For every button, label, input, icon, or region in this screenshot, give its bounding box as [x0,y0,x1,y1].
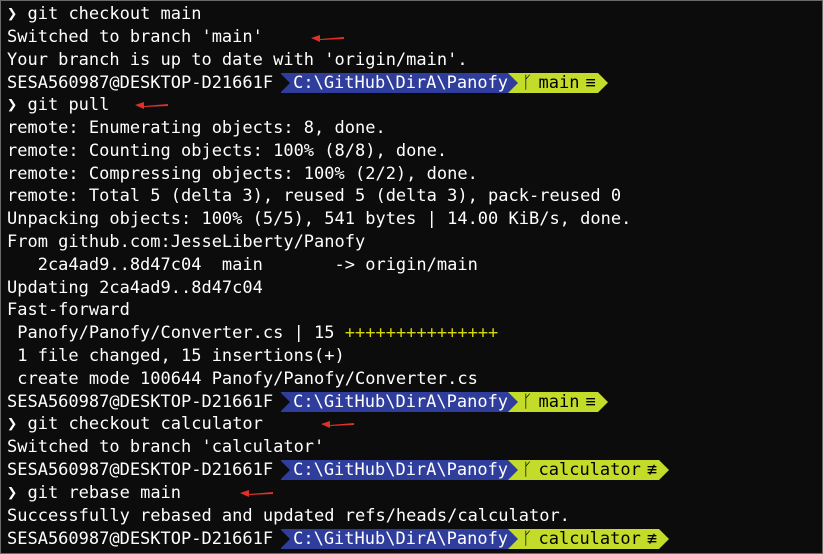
output-text: remote: Enumerating objects: 8, done. [7,117,386,138]
git-branch-icon: ᚴ [522,72,533,93]
annotation-arrow-icon [240,489,273,497]
output-text: From github.com:JesseLiberty/Panofy [7,231,366,252]
command-line: ❯ git pull [7,94,822,117]
prompt-branch-segment: ᚴ calculator ≢ [508,460,660,481]
output-text: Unpacking objects: 100% (5/5), 541 bytes… [7,209,632,230]
output-text: Panofy/Panofy/Converter.cs | 15 [7,323,345,344]
command-text: git checkout calculator [27,414,263,435]
segment-separator-icon [597,391,608,412]
command-line: ❯ git rebase main [7,482,822,505]
output-text: 1 file changed, 15 insertions(+) [7,345,345,366]
prompt-path: C:\GitHub\DirA\Panofy [293,528,509,549]
segment-separator-icon [597,72,608,93]
command-text: git rebase main [27,482,182,503]
prompt-line: SESA560987@DESKTOP-D21661F C:\GitHub\Dir… [7,459,822,482]
prompt-path-segment: C:\GitHub\DirA\Panofy [280,528,519,549]
output-line: Switched to branch 'main' [7,26,822,49]
branch-status-icon: ≡ [585,72,596,93]
branch-name: main [538,391,580,412]
output-text: remote: Counting objects: 100% (8/8), do… [7,140,448,161]
output-line: Your branch is up to date with 'origin/m… [7,49,822,72]
branch-status-icon: ≢ [646,528,658,549]
command-text: git pull [27,95,110,116]
output-text: Switched to branch 'main' [7,26,263,47]
prompt-user-host: SESA560987@DESKTOP-D21661F [7,391,274,412]
output-line: Unpacking objects: 100% (5/5), 541 bytes… [7,208,822,231]
output-line: Successfully rebased and updated refs/he… [7,505,822,528]
prompt-line: SESA560987@DESKTOP-D21661F C:\GitHub\Dir… [7,527,822,550]
output-text: create mode 100644 Panofy/Panofy/Convert… [7,368,478,389]
output-text: 2ca4ad9..8d47c04 main -> origin/main [7,254,478,275]
annotation-arrow-icon [135,102,168,110]
git-branch-icon: ᚴ [522,391,533,412]
terminal-window[interactable]: ❯ git checkout main Switched to branch '… [0,0,823,554]
command-line: ❯ git checkout main [7,3,822,26]
output-text: Updating 2ca4ad9..8d47c04 [7,277,263,298]
prompt-line: SESA560987@DESKTOP-D21661F C:\GitHub\Dir… [7,71,822,94]
branch-name: calculator [538,460,641,481]
prompt-symbol: ❯ [7,414,18,435]
output-text: Switched to branch 'calculator' [7,437,325,458]
output-text: remote: Compressing objects: 100% (2/2),… [7,163,478,184]
prompt-path-segment: C:\GitHub\DirA\Panofy [280,460,519,481]
prompt-branch-segment: ᚴ main ≡ [508,72,598,93]
prompt-path: C:\GitHub\DirA\Panofy [293,460,509,481]
output-line: 2ca4ad9..8d47c04 main -> origin/main [7,254,822,277]
output-line: Fast-forward [7,299,822,322]
branch-name: calculator [538,528,641,549]
segment-separator-icon [659,528,670,549]
output-line: Switched to branch 'calculator' [7,436,822,459]
prompt-branch-segment: ᚴ main ≡ [508,391,598,412]
command-text: git checkout main [27,4,202,24]
output-text: Fast-forward [7,300,130,321]
prompt-user-host: SESA560987@DESKTOP-D21661F [7,460,274,481]
annotation-arrow-icon [321,421,354,429]
prompt-line: SESA560987@DESKTOP-D21661F C:\GitHub\Dir… [7,391,822,414]
branch-status-icon: ≡ [585,391,596,412]
output-line: Panofy/Panofy/Converter.cs | 15 ++++++++… [7,322,822,345]
prompt-branch-segment: ᚴ calculator ≢ [508,528,660,549]
annotation-arrow-icon [311,34,344,42]
prompt-path: C:\GitHub\DirA\Panofy [293,391,509,412]
output-text: remote: Total 5 (delta 3), reused 5 (del… [7,186,622,207]
prompt-symbol: ❯ [7,95,18,116]
segment-separator-icon [659,460,670,481]
output-line: 1 file changed, 15 insertions(+) [7,345,822,368]
prompt-symbol: ❯ [7,482,18,503]
prompt-path-segment: C:\GitHub\DirA\Panofy [280,72,519,93]
output-line: From github.com:JesseLiberty/Panofy [7,231,822,254]
output-line: remote: Counting objects: 100% (8/8), do… [7,140,822,163]
git-branch-icon: ᚴ [522,460,533,481]
command-line: ❯ git checkout calculator [7,413,822,436]
branch-name: main [538,72,580,93]
output-text: Your branch is up to date with 'origin/m… [7,49,468,70]
git-branch-icon: ᚴ [522,528,533,549]
prompt-path-segment: C:\GitHub\DirA\Panofy [280,391,519,412]
output-line: remote: Compressing objects: 100% (2/2),… [7,163,822,186]
output-line: Updating 2ca4ad9..8d47c04 [7,277,822,300]
diffstat-plus: +++++++++++++++ [344,323,499,344]
output-line: remote: Enumerating objects: 8, done. [7,117,822,140]
prompt-user-host: SESA560987@DESKTOP-D21661F [7,72,274,93]
branch-status-icon: ≢ [646,460,658,481]
output-line: remote: Total 5 (delta 3), reused 5 (del… [7,185,822,208]
prompt-path: C:\GitHub\DirA\Panofy [293,72,509,93]
output-line: create mode 100644 Panofy/Panofy/Convert… [7,368,822,391]
prompt-symbol: ❯ [7,4,18,24]
prompt-user-host: SESA560987@DESKTOP-D21661F [7,528,274,549]
output-text: Successfully rebased and updated refs/he… [7,505,570,526]
